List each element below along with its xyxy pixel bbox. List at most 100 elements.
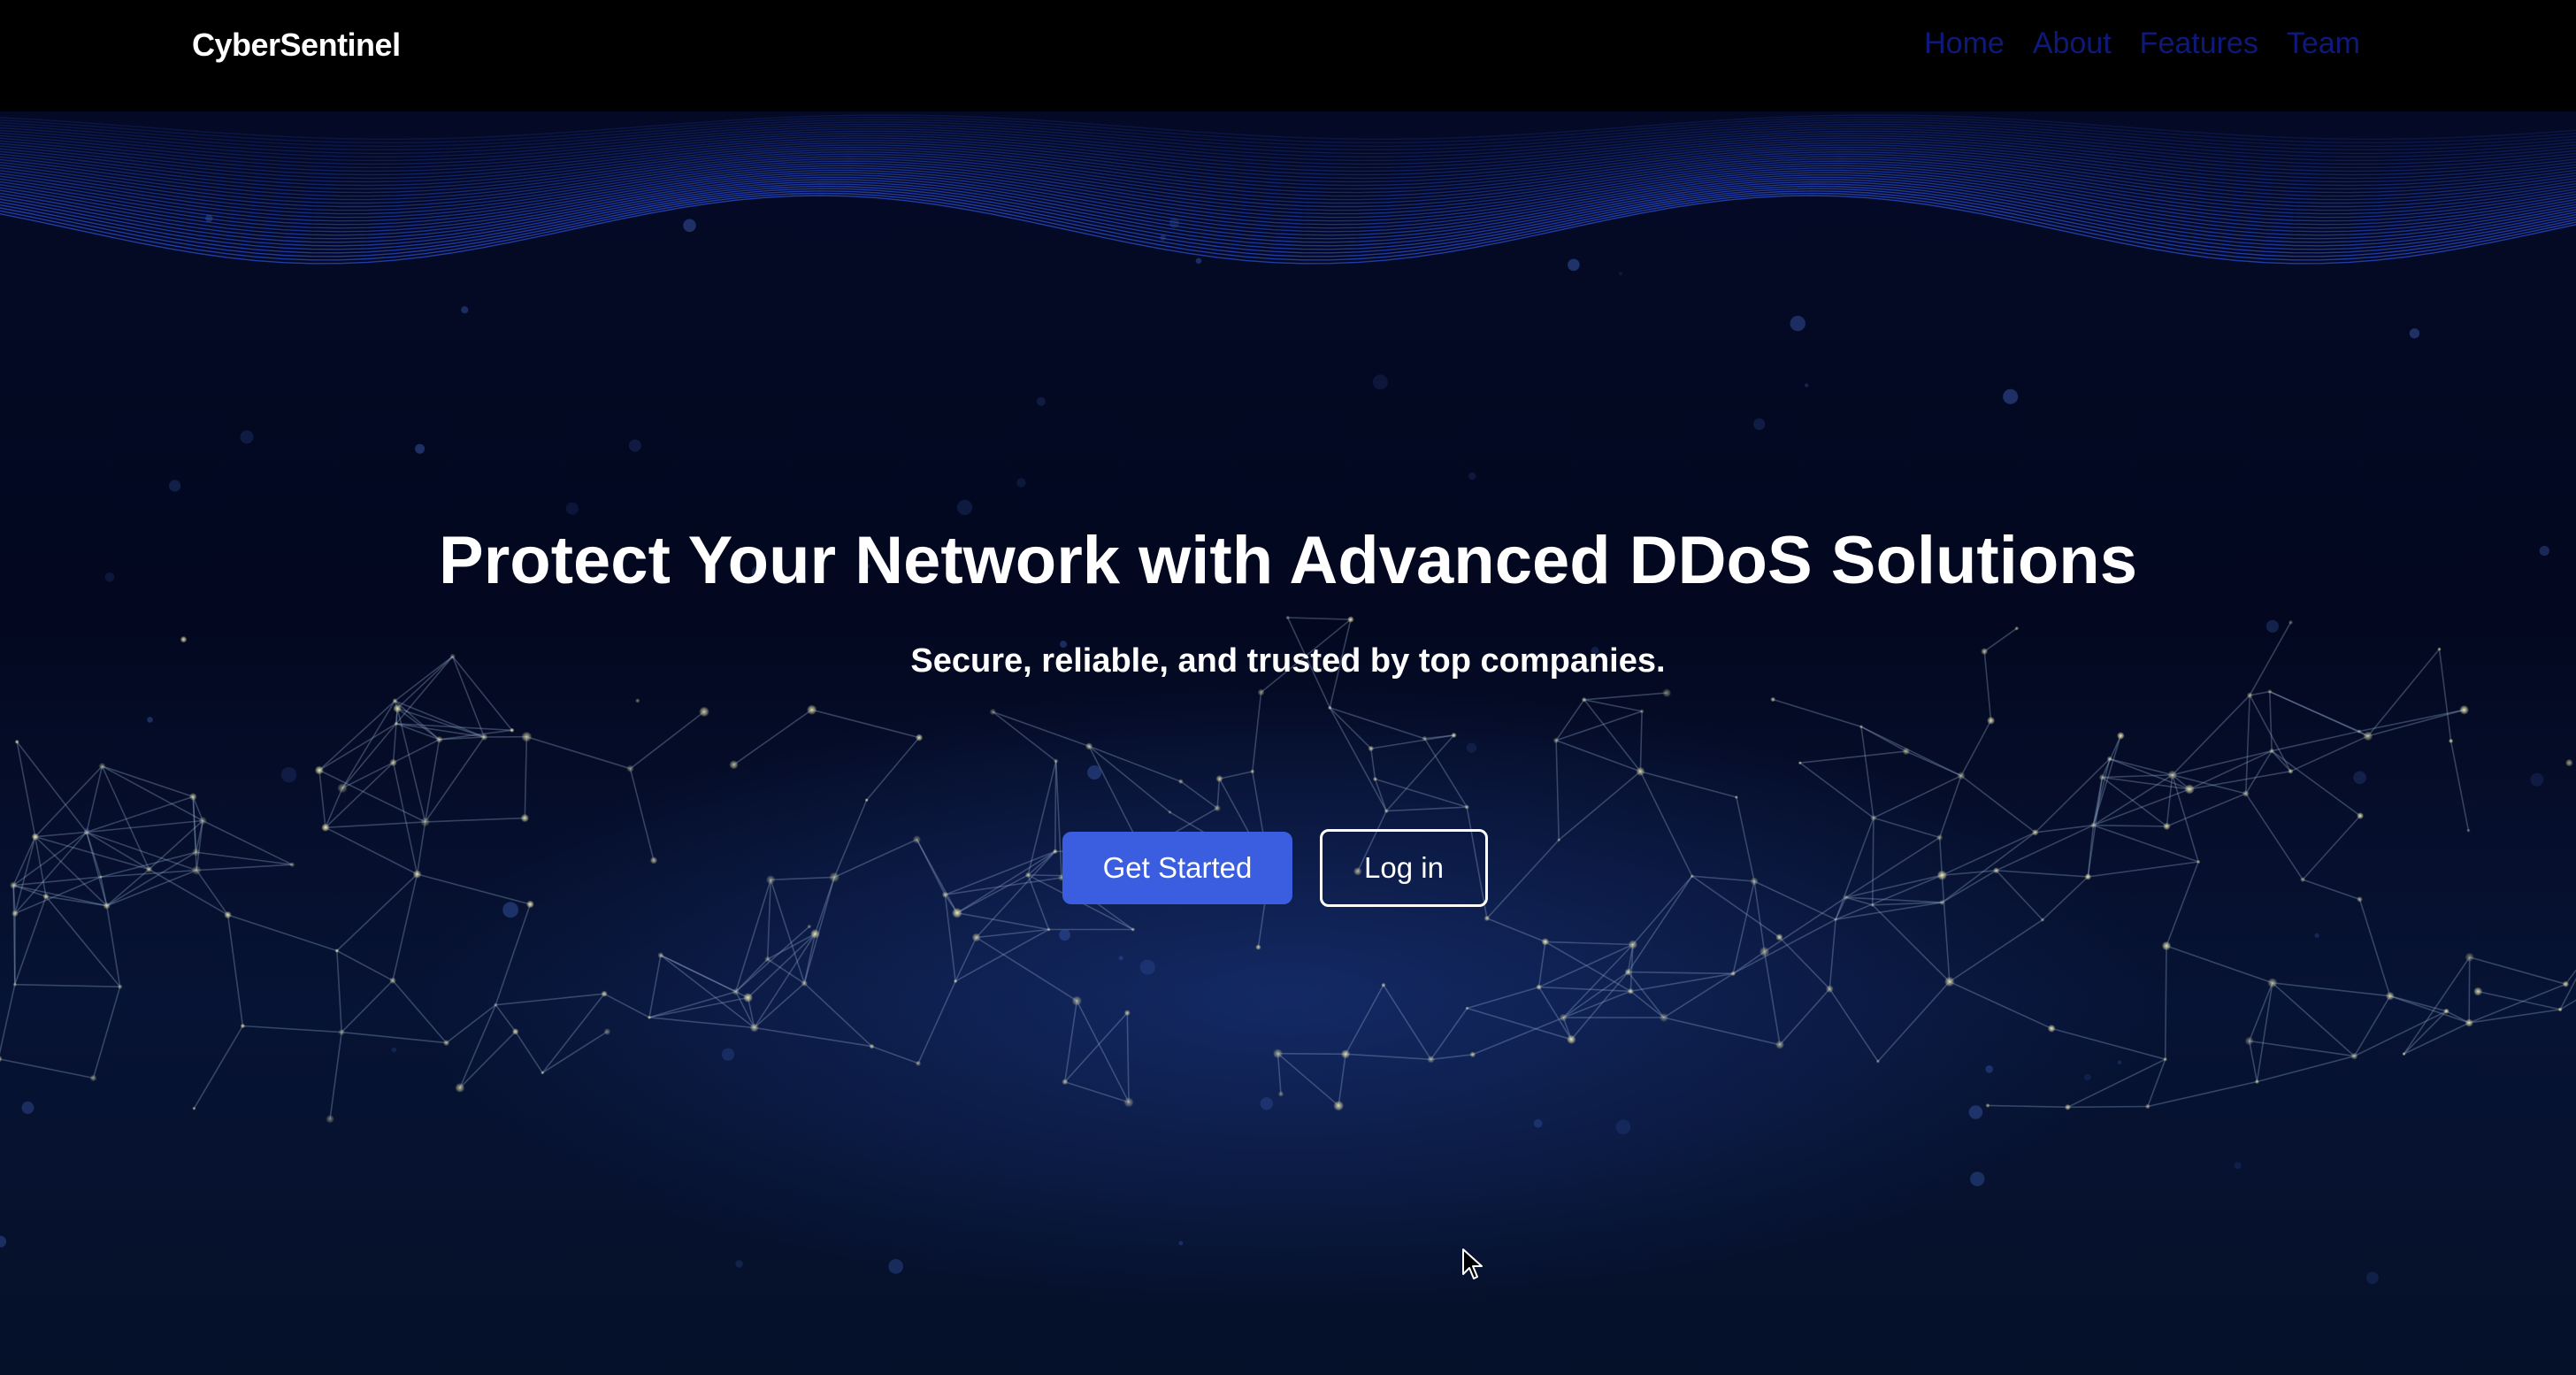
- particle: [1260, 1097, 1274, 1110]
- mesh-node: [2557, 1007, 2563, 1012]
- mesh-node: [2385, 991, 2395, 1001]
- particle: [565, 502, 579, 515]
- particle: [683, 219, 696, 233]
- mesh-line: [1960, 720, 1992, 777]
- nav-link-features[interactable]: Features: [2140, 27, 2258, 61]
- mesh-line: [2468, 983, 2566, 1024]
- get-started-button[interactable]: Get Started: [1062, 832, 1292, 904]
- mesh-line: [1276, 1053, 1339, 1107]
- mesh-line: [1949, 918, 2043, 983]
- mesh-line: [101, 765, 150, 870]
- particle: [2530, 772, 2544, 787]
- mesh-line: [13, 876, 101, 887]
- mesh-line: [2403, 1010, 2448, 1055]
- mesh-node: [1843, 895, 1849, 901]
- mesh-line: [1537, 941, 1546, 987]
- mesh-node: [1859, 725, 1864, 729]
- mesh-node: [98, 762, 106, 770]
- mesh-node: [493, 1002, 498, 1008]
- mesh-line: [1216, 779, 1221, 809]
- log-in-button[interactable]: Log in: [1320, 829, 1488, 907]
- mesh-line: [1877, 980, 1951, 1063]
- mesh-node: [649, 856, 658, 864]
- mouse-pointer-icon: [1462, 1248, 1483, 1279]
- mesh-node: [1347, 616, 1354, 623]
- mesh-line: [2403, 956, 2471, 1055]
- mesh-node: [321, 823, 330, 832]
- mesh-line: [102, 765, 194, 798]
- nav-link-about[interactable]: About: [2033, 27, 2112, 61]
- nav-link-home[interactable]: Home: [1924, 27, 2005, 61]
- mesh-node: [1870, 903, 1875, 908]
- mesh-node: [0, 1055, 3, 1063]
- mesh-node: [412, 870, 422, 879]
- mesh-node: [1024, 872, 1031, 879]
- mesh-node: [2288, 768, 2294, 774]
- mesh-line: [2102, 774, 2173, 779]
- mesh-line: [34, 831, 87, 838]
- mesh-line: [1860, 726, 1907, 752]
- particle: [1169, 218, 1179, 228]
- mesh-node: [443, 1040, 450, 1047]
- mesh-line: [1941, 832, 2036, 876]
- mesh-node: [2040, 918, 2045, 922]
- mesh-line: [954, 928, 1049, 982]
- mesh-line: [1027, 874, 1050, 930]
- nav-link-team[interactable]: Team: [2287, 27, 2360, 61]
- particle: [1468, 472, 1476, 480]
- mesh-node: [2246, 692, 2253, 699]
- particle: [1195, 257, 1202, 265]
- mesh-line: [1430, 1054, 1473, 1061]
- mesh-node: [1131, 927, 1136, 932]
- mesh-node: [2144, 1103, 2150, 1110]
- particle: [1805, 383, 1809, 388]
- brand-logo[interactable]: CyberSentinel: [192, 27, 401, 64]
- particle: [21, 1101, 34, 1114]
- particle: [1968, 1105, 1983, 1119]
- mesh-line: [14, 983, 120, 987]
- mesh-line: [318, 770, 326, 828]
- mesh-line: [329, 1032, 342, 1119]
- mesh-line: [992, 711, 1057, 762]
- mesh-line: [1663, 1017, 1781, 1046]
- mesh-node: [393, 703, 402, 713]
- mesh-node: [2106, 756, 2112, 762]
- hero-section: Protect Your Network with Advanced DDoS …: [0, 111, 2576, 1375]
- mesh-node: [1333, 1100, 1345, 1111]
- mesh-line: [770, 880, 806, 984]
- mesh-node: [810, 929, 820, 939]
- mesh-line: [325, 762, 395, 828]
- mesh-node: [1775, 1040, 1784, 1049]
- mesh-node: [1957, 772, 1966, 780]
- mesh-line: [1732, 918, 1836, 975]
- mesh-line: [14, 876, 102, 915]
- mesh-line: [1088, 745, 1182, 782]
- mesh-line: [2290, 735, 2369, 772]
- mesh-line: [648, 991, 737, 1018]
- mesh-line: [1346, 1053, 1431, 1061]
- mesh-line: [1027, 760, 1057, 876]
- mesh-line: [2272, 982, 2355, 1057]
- mesh-line: [2109, 757, 2173, 776]
- mesh-node: [12, 982, 18, 987]
- mesh-node: [1833, 917, 1838, 922]
- mesh-line: [1860, 726, 1874, 818]
- network-background-image: [0, 114, 2576, 1285]
- mesh-line: [735, 880, 771, 993]
- mesh-node: [801, 979, 808, 987]
- mesh-line: [1486, 839, 1560, 919]
- mesh-line: [325, 787, 343, 828]
- mesh-line: [2469, 956, 2566, 985]
- mesh-line: [993, 711, 1090, 748]
- mesh-node: [2116, 732, 2125, 740]
- mesh-line: [2256, 982, 2273, 1082]
- mesh-line: [2147, 1080, 2258, 1108]
- mesh-node: [2350, 1052, 2358, 1060]
- mesh-node: [2363, 731, 2373, 741]
- mesh-line: [2067, 1105, 2148, 1109]
- mesh-line: [12, 831, 88, 887]
- mesh-node: [420, 817, 431, 827]
- mesh-node: [2098, 773, 2106, 781]
- mesh-line: [2302, 879, 2360, 901]
- mesh-node: [869, 1043, 875, 1049]
